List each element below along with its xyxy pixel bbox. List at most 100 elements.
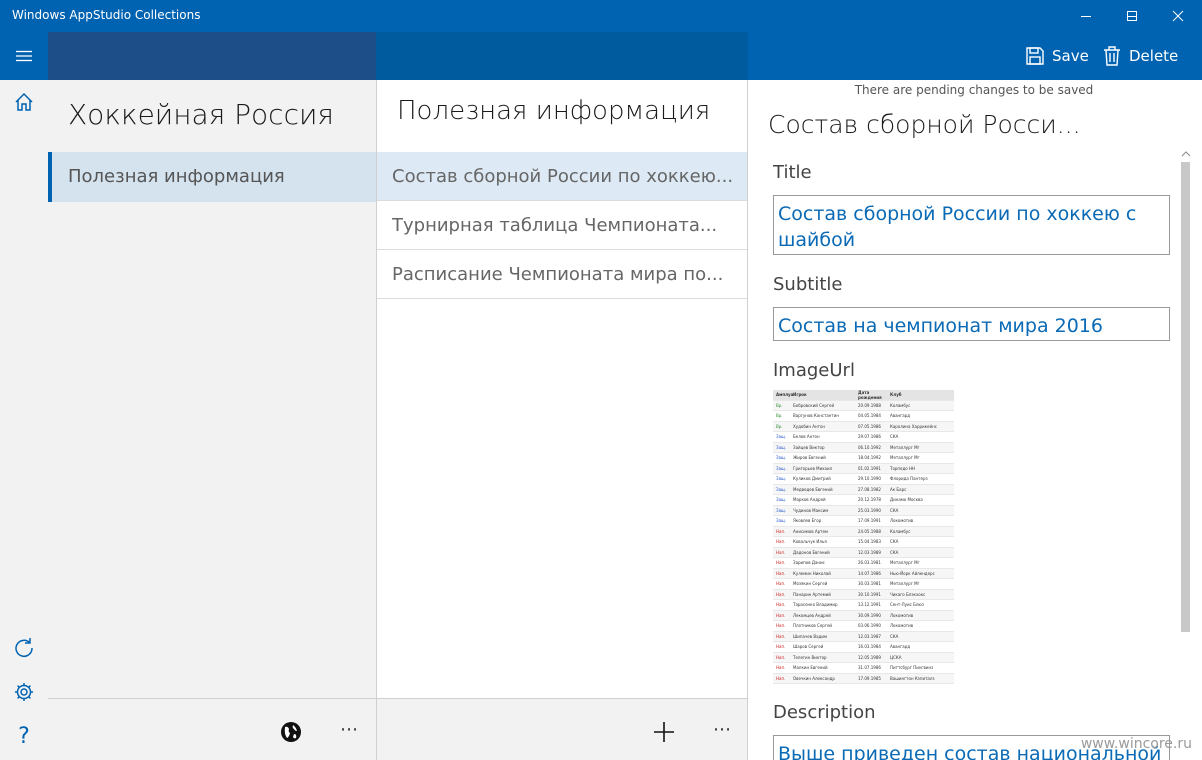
image-table-row: Вр. Варгунов Константин 04.05.1984 Авангард: [773, 411, 954, 422]
image-table-cell: Вр.: [776, 423, 783, 429]
image-table-row: Защ. Жиров Евгений 18.04.1992 Металлург Мг: [773, 453, 954, 464]
image-table-cell: Нап.: [776, 675, 786, 681]
image-table-cell: Телегин Виктор: [793, 654, 827, 660]
hamburger-button[interactable]: [0, 32, 48, 80]
image-table-row: Защ. Белов Антон 29.07.1986 СКА: [773, 432, 954, 443]
image-table-cell: 29.10.1990: [858, 476, 881, 482]
image-table-row: Вр. Бобровский Сергей 20.09.1988 Коламбус: [773, 400, 954, 411]
image-table-cell: Торпедо НН: [890, 465, 916, 471]
image-table-row: Нап. Кулемин Николай 14.07.1986 Нью-Йорк Ай…: [773, 568, 954, 579]
image-table-cell: 24.05.1988: [858, 528, 881, 534]
minimize-button-real[interactable]: [1063, 0, 1109, 32]
image-table-cell: Нап.: [776, 665, 786, 671]
image-table-cell: 30.09.1990: [858, 612, 881, 618]
image-table-cell: 07.05.1986: [858, 423, 881, 429]
list-item[interactable]: Турнирная таблица Чемпионата...: [377, 201, 747, 250]
image-table-cell: Белов Антон: [793, 434, 820, 440]
image-table-row: Нап. Ковальчук Илья 15.04.1983 СКА: [773, 537, 954, 548]
scrollbar[interactable]: [1179, 150, 1191, 760]
image-table-cell: Жиров Евгений: [793, 455, 826, 461]
help-button[interactable]: ?: [0, 716, 48, 756]
image-table-row: Нап. Плотников Сергей 03.06.1990 Локомотив: [773, 621, 954, 632]
subtitle-field[interactable]: Состав на чемпионат мира 2016: [773, 307, 1170, 341]
image-table-cell: Нап.: [776, 612, 786, 618]
image-table-cell: Овечкин Александр: [793, 675, 835, 681]
image-table-row: Нап. Шаров Сергей 16.03.1984 Авангард: [773, 642, 954, 653]
image-table-row: Нап. Мозякин Сергей 30.03.1981 Металлург Мг: [773, 579, 954, 590]
maximize-button-real[interactable]: [1109, 0, 1155, 32]
collection-item-selected[interactable]: Полезная информация: [48, 152, 376, 202]
image-table-cell: Медведев Евгений: [793, 486, 833, 492]
list-item[interactable]: Расписание Чемпионата мира по...: [377, 250, 747, 299]
image-table-cell: СКА: [890, 633, 899, 639]
close-button[interactable]: [1155, 0, 1201, 32]
image-table-cell: 12.03.1987: [858, 633, 881, 639]
window-title: Windows AppStudio Collections: [12, 8, 201, 22]
image-table-cell: Защ.: [776, 434, 787, 440]
image-table-cell: Защ.: [776, 486, 787, 492]
image-table-cell: Защ.: [776, 476, 787, 482]
refresh-button[interactable]: [0, 628, 48, 668]
delete-label: Delete: [1129, 47, 1179, 65]
image-table-cell: 12.05.1989: [858, 654, 881, 660]
image-table-cell: 26.03.1981: [858, 560, 881, 566]
plus-icon: [654, 722, 674, 742]
image-table-cell: Коламбус: [890, 402, 911, 408]
image-table-cell: Нап.: [776, 570, 786, 576]
image-table-cell: Металлург Мг: [890, 560, 920, 566]
more-options-button[interactable]: ⋯: [713, 719, 731, 740]
list-item[interactable]: Состав сборной России по хоккею...: [377, 152, 747, 201]
image-table-cell: Вр.: [776, 413, 783, 419]
image-table-row: Нап. Малкин Евгений 31.07.1986 Питтсбург Пи…: [773, 663, 954, 674]
globe-button[interactable]: [280, 721, 302, 747]
image-table-cell: Плотников Сергей: [793, 623, 833, 629]
image-table-cell: Панарин Артемий: [793, 591, 831, 597]
app-heading: Хоккейная Россия: [68, 98, 334, 131]
image-table-cell: Локомотив: [890, 612, 914, 618]
more-options-button[interactable]: ⋯: [340, 719, 358, 740]
image-table-row: Нап. Зарипов Данис 26.03.1981 Металлург Мг: [773, 558, 954, 569]
save-icon: [1026, 47, 1044, 65]
globe-icon: [281, 722, 301, 742]
image-table-cell: СКА: [890, 539, 899, 545]
image-table-cell: Нап.: [776, 591, 786, 597]
items-pane: Полезная информация Состав сборной Росси…: [376, 80, 748, 698]
image-table-row: Нап. Шипачев Вадим 12.03.1987 СКА: [773, 631, 954, 642]
home-button[interactable]: [0, 82, 48, 122]
save-label: Save: [1052, 47, 1089, 65]
image-table-cell: Защ.: [776, 455, 787, 461]
image-table-cell: Мозякин Сергей: [793, 581, 828, 587]
image-table-cell: Чикаго Блэкхокс: [890, 591, 926, 597]
image-preview[interactable]: Амплуа Игрок Дата рождения Клуб Вр. Бобровски…: [773, 390, 954, 686]
title-field[interactable]: Состав сборной России по хоккею с шайбой: [773, 195, 1170, 255]
image-table-cell: 20.12.1978: [858, 497, 881, 503]
title-label: Title: [773, 162, 812, 183]
image-table-cell: Нап.: [776, 581, 786, 587]
home-icon: [15, 92, 33, 111]
trash-icon: [1104, 46, 1120, 66]
add-item-button[interactable]: [653, 721, 675, 747]
delete-button[interactable]: Delete: [1103, 32, 1178, 80]
image-table-cell: Варгунов Константин: [793, 413, 839, 419]
image-table-row: Нап. Овечкин Александр 17.09.1985 Вашингтон…: [773, 673, 954, 684]
image-table-cell: Авангард: [890, 413, 911, 419]
list-item-label: Расписание Чемпионата мира по...: [392, 264, 724, 285]
image-table-cell: Нап.: [776, 560, 786, 566]
image-table-row: Нап. Панарин Артемий 30.10.1991 Чикаго Блэк…: [773, 589, 954, 600]
image-table-cell: Металлург Мг: [890, 581, 920, 587]
image-table-header: Амплуа Игрок Дата рождения Клуб: [773, 390, 954, 401]
scrollbar-thumb[interactable]: [1181, 162, 1190, 632]
image-table-cell: 18.04.1992: [858, 455, 881, 461]
image-table-cell: Вр.: [776, 402, 783, 408]
image-table-cell: Металлург Мг: [890, 455, 920, 461]
image-table-cell: 29.07.1986: [858, 434, 881, 440]
scroll-up-icon: [1181, 151, 1191, 157]
maximize-icon: [1127, 11, 1137, 21]
image-table-cell: ЦСКА: [890, 654, 902, 660]
refresh-icon: [15, 638, 33, 657]
image-table-cell: Локомотив: [890, 623, 914, 629]
list-item-label: Турнирная таблица Чемпионата...: [392, 215, 718, 236]
save-button[interactable]: Save: [1026, 32, 1089, 80]
settings-button[interactable]: [0, 672, 48, 712]
pane1-header-strip: [48, 32, 376, 80]
